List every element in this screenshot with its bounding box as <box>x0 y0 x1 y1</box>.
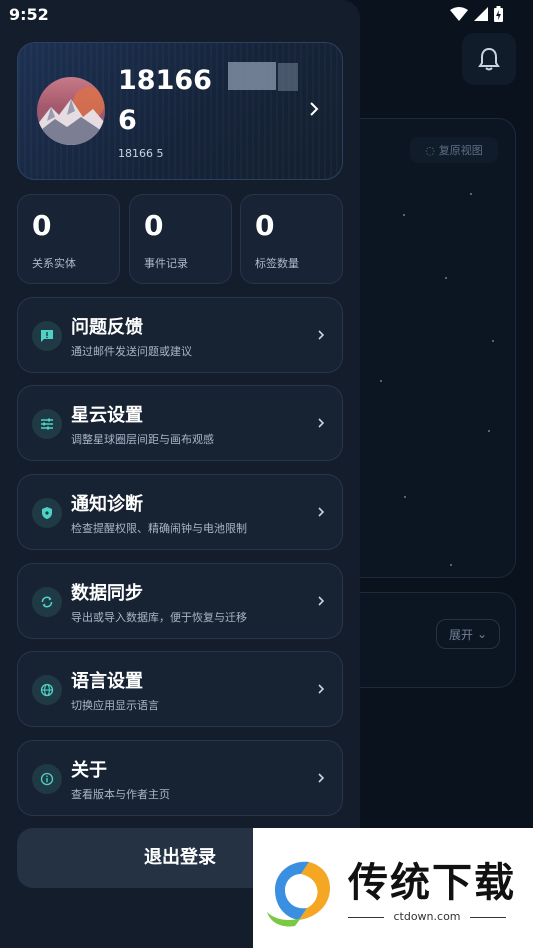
chevron-right-icon <box>318 596 325 606</box>
menu-desc: 查看版本与作者主页 <box>71 788 170 801</box>
menu-item-data-sync[interactable]: 数据同步 导出或导入数据库，便于恢复与迁移 <box>17 563 343 639</box>
menu-desc: 通过邮件发送问题或建议 <box>71 345 192 358</box>
battery-icon <box>494 6 503 22</box>
stat-label: 标签数量 <box>255 257 299 270</box>
menu-item-notification-diagnosis[interactable]: 通知诊断 检查提醒权限、精确闹钟与电池限制 <box>17 474 343 550</box>
menu-title: 星云设置 <box>71 405 143 426</box>
chevron-right-icon <box>318 773 325 783</box>
star-dot <box>404 496 406 498</box>
menu-item-nebula-settings[interactable]: 星云设置 调整星球圈层间距与画布观感 <box>17 385 343 461</box>
profile-card[interactable]: 18166 6 18166 5 <box>17 42 343 180</box>
menu-item-feedback[interactable]: 问题反馈 通过邮件发送问题或建议 <box>17 297 343 373</box>
stat-card-entities[interactable]: 0 关系实体 <box>17 194 120 284</box>
star-dot <box>403 214 405 216</box>
reset-icon: ◌ <box>425 143 435 157</box>
stat-card-events[interactable]: 0 事件记录 <box>129 194 232 284</box>
status-time: 9:52 <box>9 5 49 24</box>
menu-item-about[interactable]: 关于 查看版本与作者主页 <box>17 740 343 816</box>
chevron-right-icon <box>318 684 325 694</box>
stat-value: 0 <box>32 209 52 242</box>
mountain-image <box>37 87 105 145</box>
stat-label: 事件记录 <box>144 257 188 270</box>
watermark-logo <box>267 861 331 927</box>
star-dot <box>470 193 472 195</box>
profile-id: 18166 5 <box>118 147 164 160</box>
status-bar: 9:52 <box>0 0 533 30</box>
tune-icon <box>32 409 62 439</box>
watermark-rule <box>470 917 506 918</box>
chevron-right-icon <box>310 102 319 116</box>
sync-icon <box>32 587 62 617</box>
navigation-drawer: 18166 6 18166 5 0 关系实体 0 事件记录 0 标签数量 问题反… <box>0 0 360 948</box>
notification-button[interactable] <box>462 33 516 85</box>
signal-icon <box>474 7 488 21</box>
stat-label: 关系实体 <box>32 257 76 270</box>
redaction-mask <box>228 62 276 90</box>
menu-desc: 检查提醒权限、精确闹钟与电池限制 <box>71 522 247 535</box>
menu-title: 关于 <box>71 760 107 781</box>
star-dot <box>380 380 382 382</box>
reset-view-button[interactable]: ◌ 复原视图 <box>410 137 498 163</box>
chevron-right-icon <box>318 418 325 428</box>
status-icons <box>450 6 503 22</box>
avatar[interactable] <box>37 77 105 145</box>
shield-icon <box>32 498 62 528</box>
menu-desc: 调整星球圈层间距与画布观感 <box>71 433 214 446</box>
menu-item-language[interactable]: 语言设置 切换应用显示语言 <box>17 651 343 727</box>
star-dot <box>450 564 452 566</box>
stat-value: 0 <box>255 209 275 242</box>
redaction-mask <box>278 63 298 91</box>
globe-icon <box>32 675 62 705</box>
stat-value: 0 <box>144 209 164 242</box>
star-dot <box>492 340 494 342</box>
menu-desc: 导出或导入数据库，便于恢复与迁移 <box>71 611 247 624</box>
menu-title: 问题反馈 <box>71 317 143 338</box>
bell-icon <box>478 47 500 71</box>
feedback-icon <box>32 321 62 351</box>
chevron-right-icon <box>318 507 325 517</box>
menu-title: 数据同步 <box>71 583 143 604</box>
wifi-icon <box>450 7 468 21</box>
menu-desc: 切换应用显示语言 <box>71 699 159 712</box>
menu-title: 语言设置 <box>71 671 143 692</box>
star-dot <box>488 430 490 432</box>
stat-card-tags[interactable]: 0 标签数量 <box>240 194 343 284</box>
watermark: 传统下载 ctdown.com <box>253 828 533 948</box>
chevron-right-icon <box>318 330 325 340</box>
info-icon <box>32 764 62 794</box>
expand-button[interactable]: 展开 ⌄ <box>436 619 500 649</box>
chevron-down-icon: ⌄ <box>476 627 488 641</box>
star-dot <box>445 277 447 279</box>
menu-title: 通知诊断 <box>71 494 143 515</box>
watermark-title: 传统下载 <box>348 860 516 906</box>
